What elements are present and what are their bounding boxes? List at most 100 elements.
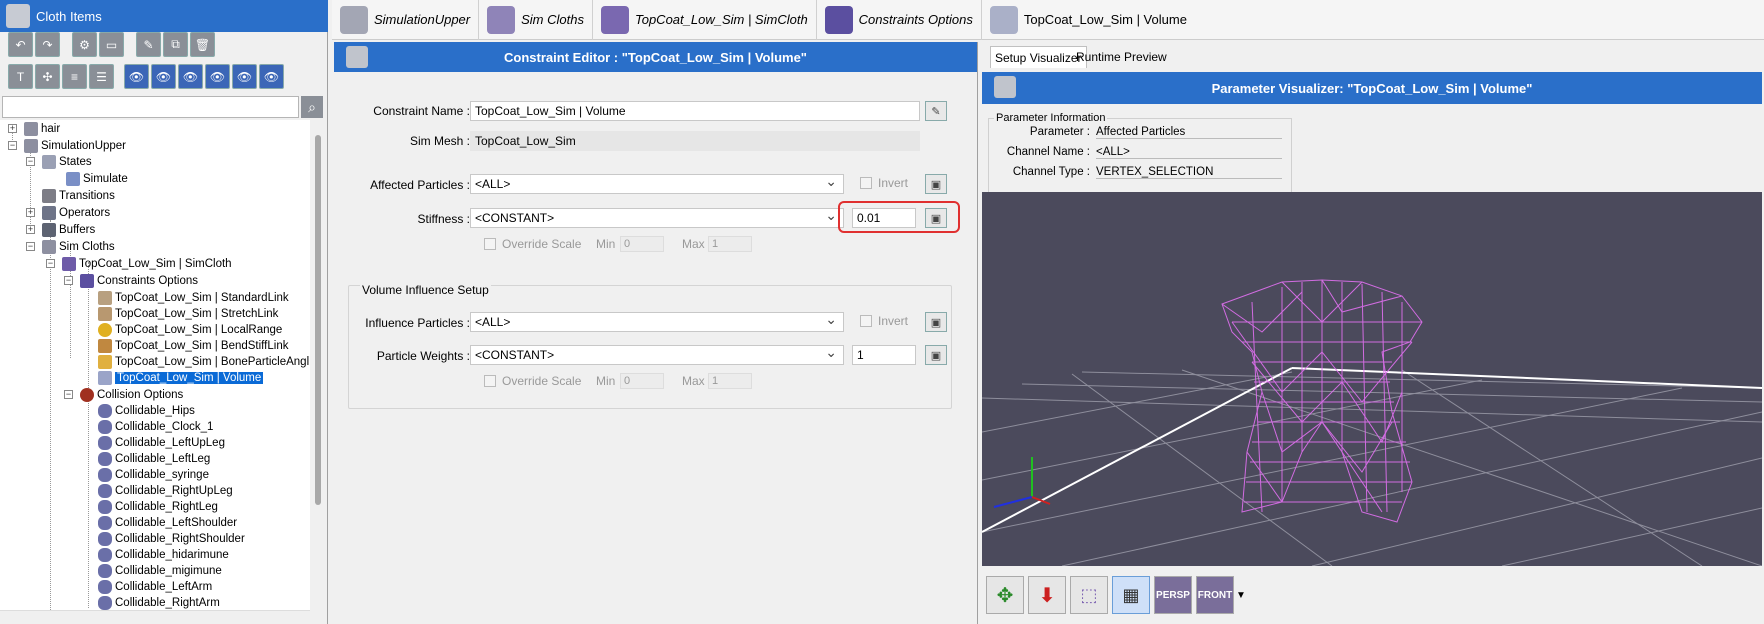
rename-button[interactable]: ✎ [925,101,947,121]
tree-item-bendstifflink[interactable]: TopCoat_Low_Sim | BendStiffLink [98,338,288,354]
collapse-toggle[interactable]: − [8,141,17,150]
breadcrumb-sim-cloths[interactable]: Sim Cloths [479,0,593,40]
collapse-toggle[interactable]: − [26,242,35,251]
override-scale-checkbox[interactable]: Override Scale [484,237,581,251]
influence-particles-invert-checkbox[interactable]: Invert [860,314,908,328]
breadcrumb-simulationupper[interactable]: SimulationUpper [332,0,480,40]
tree-item-boneparticleangl[interactable]: TopCoat_Low_Sim | BoneParticleAngl [98,354,309,370]
skeleton-icon[interactable]: ✣ [35,64,60,89]
tree-item-label: TopCoat_Low_Sim | BendStiffLink [115,340,289,352]
breadcrumb-volume[interactable]: TopCoat_Low_Sim | Volume [982,0,1195,40]
tree-item-collidable[interactable]: Collidable_RightUpLeg [98,483,233,499]
collapse-toggle[interactable]: − [46,259,55,268]
tree-item-label: Collidable_LeftUpLeg [115,437,225,449]
particle-weights-value-input[interactable]: 1 [852,345,916,365]
tree-item-constraints-options[interactable]: Constraints Options [80,273,198,289]
perspective-view-button[interactable]: PERSP [1154,576,1192,614]
simcloth-icon [62,257,76,271]
tree-scrollbar-thumb[interactable] [315,135,321,505]
delete-icon[interactable]: 🗑 [190,32,215,57]
particle-weights-dropdown[interactable]: <CONSTANT> [470,344,844,365]
tree-item-stretchlink[interactable]: TopCoat_Low_Sim | StretchLink [98,306,278,322]
tree-item-localrange[interactable]: TopCoat_Low_Sim | LocalRange [98,322,282,338]
tree-item-operators[interactable]: Operators [42,205,110,221]
view-collision-icon[interactable]: 👁 [232,64,257,89]
tree-item-simcloth[interactable]: TopCoat_Low_Sim | SimCloth [62,256,232,272]
chevron-down-icon[interactable]: ▼ [1236,590,1246,601]
view-bones-icon[interactable]: 👁 [259,64,284,89]
new-document-icon[interactable]: ▭ [99,32,124,57]
tree-item-collidable[interactable]: Collidable_syringe [98,467,209,483]
tree-item-collidable[interactable]: Collidable_Clock_1 [98,419,213,435]
tree-item-collision-options[interactable]: Collision Options [80,387,183,403]
tree-item-collidable[interactable]: Collidable_RightLeg [98,499,218,515]
tree-item-sim-cloths[interactable]: Sim Cloths [42,239,115,255]
tree-item-volume[interactable]: TopCoat_Low_Sim | Volume [98,370,264,386]
sim-mesh-label: Sim Mesh : [409,134,470,148]
affected-particles-invert-checkbox[interactable]: Invert [860,176,908,190]
view-links-icon[interactable]: 👁 [151,64,176,89]
tree-item-states[interactable]: States [42,154,92,170]
tree-item-collidable[interactable]: Collidable_RightShoulder [98,531,245,547]
tree-item-collidable[interactable]: Collidable_migimune [98,563,222,579]
stack-icon[interactable]: ≡ [62,64,87,89]
tree-item-hair[interactable]: hair [24,121,60,137]
view-constraints-icon[interactable]: 👁 [205,64,230,89]
expand-toggle[interactable]: + [26,208,35,217]
tree-horizontal-scrollbar[interactable] [0,610,310,622]
expand-toggle[interactable]: + [26,225,35,234]
settings-icon[interactable]: ⚙ [72,32,97,57]
move-tool-icon[interactable]: ✥ [986,576,1024,614]
tree-item-buffers[interactable]: Buffers [42,222,95,238]
grid-toggle-icon[interactable]: ▦ [1112,576,1150,614]
tab-runtime-preview[interactable]: Runtime Preview [1072,46,1171,68]
collapse-toggle[interactable]: − [64,390,73,399]
tree-item-collidable[interactable]: Collidable_hidarimune [98,547,229,563]
stiffness-dropdown[interactable]: <CONSTANT> [470,207,844,228]
influence-particles-paint-button[interactable]: ▣ [925,312,947,332]
view-mesh-icon[interactable]: 👁 [178,64,203,89]
particle-weights-paint-button[interactable]: ▣ [925,345,947,365]
edit-icon[interactable]: ✎ [136,32,161,57]
front-view-button[interactable]: FRONT [1196,576,1234,614]
view-particles-icon[interactable]: 👁 [124,64,149,89]
collapse-toggle[interactable]: − [64,276,73,285]
tree-item-label: TopCoat_Low_Sim | BoneParticleAngl [115,356,310,368]
tree-item-collidable[interactable]: Collidable_LeftUpLeg [98,435,225,451]
tree-item-collidable[interactable]: Collidable_LeftArm [98,579,212,595]
frame-object-icon[interactable]: ⬚ [1070,576,1108,614]
cloth-icon[interactable]: T [8,64,33,89]
undo-icon[interactable]: ↶ [8,32,33,57]
collapse-toggle[interactable]: − [26,157,35,166]
tree-item-collidable[interactable]: Collidable_LeftLeg [98,451,210,467]
list-icon[interactable]: ☰ [89,64,114,89]
weights-override-scale-checkbox[interactable]: Override Scale [484,374,581,388]
tree-item-label: TopCoat_Low_Sim | StretchLink [115,308,279,320]
expand-toggle[interactable]: + [8,124,17,133]
3d-viewport[interactable] [982,192,1762,566]
tree-item-collidable[interactable]: Collidable_RightArm [98,595,220,610]
toolbar-row-1: ↶ ↷ ⚙ ▭ ✎ ⧉ 🗑 [8,32,215,58]
constraints-icon [80,274,94,288]
range-icon [98,323,112,337]
channel-name-value: <ALL> [1096,146,1282,159]
tree-item-simulationupper[interactable]: SimulationUpper [24,138,126,154]
sim-cloths-icon [487,5,516,34]
tree-item-standardlink[interactable]: TopCoat_Low_Sim | StandardLink [98,290,289,306]
influence-particles-dropdown[interactable]: <ALL> [470,311,844,332]
tree-item-transitions[interactable]: Transitions [42,188,115,204]
affected-particles-paint-button[interactable]: ▣ [925,174,947,194]
search-icon[interactable]: ⌕ [301,96,323,118]
copy-icon[interactable]: ⧉ [163,32,188,57]
search-input[interactable] [2,96,299,118]
drop-tool-icon[interactable]: ⬇ [1028,576,1066,614]
tree-item-collidable[interactable]: Collidable_Hips [98,403,195,419]
redo-icon[interactable]: ↷ [35,32,60,57]
capsule-icon [98,516,112,530]
constraint-name-field[interactable]: TopCoat_Low_Sim | Volume [470,101,920,121]
tree-item-simulate[interactable]: Simulate [66,171,128,187]
tree-item-collidable[interactable]: Collidable_LeftShoulder [98,515,237,531]
breadcrumb-constraints-options[interactable]: Constraints Options [817,0,982,40]
breadcrumb-simcloth[interactable]: TopCoat_Low_Sim | SimCloth [593,0,817,40]
affected-particles-dropdown[interactable]: <ALL> [470,173,844,194]
